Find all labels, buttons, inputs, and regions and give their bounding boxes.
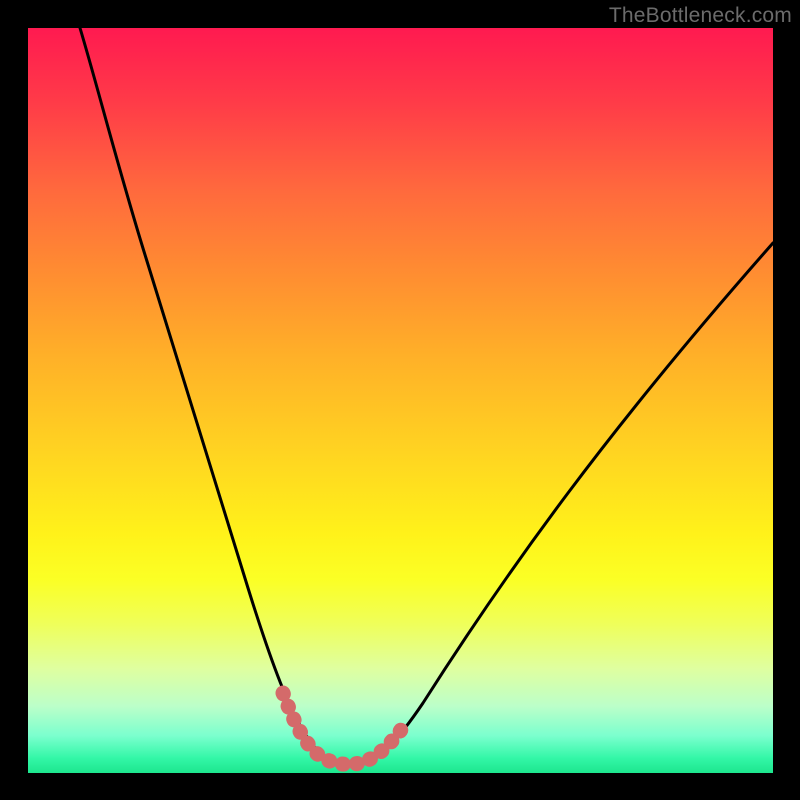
curve-svg bbox=[28, 28, 773, 773]
highlight-segment bbox=[283, 693, 408, 764]
bottleneck-curve bbox=[80, 28, 773, 764]
plot-area bbox=[28, 28, 773, 773]
watermark-text: TheBottleneck.com bbox=[609, 4, 792, 28]
chart-frame: TheBottleneck.com bbox=[0, 0, 800, 800]
